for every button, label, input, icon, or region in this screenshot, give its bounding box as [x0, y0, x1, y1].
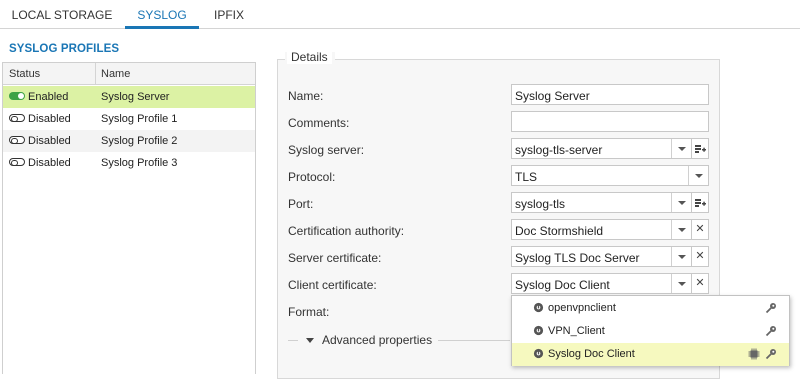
- dropdown-option[interactable]: VPN_Client: [512, 320, 789, 343]
- add-object-icon[interactable]: [691, 192, 709, 213]
- certificate-gear-icon: [533, 348, 544, 359]
- server-certificate-label: Server certificate:: [288, 251, 382, 265]
- advanced-properties-toggle[interactable]: Advanced properties: [288, 333, 432, 347]
- client-certificate-select[interactable]: Syslog Doc Client: [511, 273, 692, 294]
- dropdown-option-label: openvpnclient: [548, 302, 616, 314]
- port-label: Port:: [288, 197, 314, 211]
- row-status-label: Disabled: [28, 135, 71, 147]
- clear-icon[interactable]: ✕: [691, 246, 709, 267]
- format-label: Format:: [288, 305, 330, 319]
- clear-icon[interactable]: ✕: [691, 219, 709, 240]
- chevron-down-icon[interactable]: [671, 274, 691, 293]
- column-header-status[interactable]: Status: [9, 68, 40, 80]
- name-label: Name:: [288, 89, 324, 103]
- certification-authority-select[interactable]: Doc Stormshield: [511, 219, 692, 240]
- comments-field[interactable]: [511, 111, 709, 132]
- row-status[interactable]: Disabled: [9, 135, 71, 147]
- table-row[interactable]: Disabled Syslog Profile 1: [3, 108, 255, 130]
- protocol-select[interactable]: TLS: [511, 165, 709, 186]
- client-certificate-value: Syslog Doc Client: [515, 278, 610, 292]
- divider: [438, 340, 510, 341]
- row-name: Syslog Profile 3: [101, 157, 178, 169]
- row-status[interactable]: Enabled: [9, 91, 68, 103]
- client-certificate-label: Client certificate:: [288, 278, 377, 292]
- details-legend: Details: [287, 50, 332, 64]
- certification-authority-label: Certification authority:: [288, 224, 405, 238]
- dropdown-option[interactable]: openvpnclient: [512, 297, 789, 320]
- toggle-off-icon[interactable]: [9, 114, 25, 123]
- add-object-icon[interactable]: [691, 138, 709, 159]
- profiles-grid: Status Name Enabled Syslog Server Disabl…: [2, 62, 256, 374]
- row-status[interactable]: Disabled: [9, 157, 71, 169]
- port-select[interactable]: syslog-tls: [511, 192, 692, 213]
- table-row[interactable]: Disabled Syslog Profile 2: [3, 130, 255, 152]
- tab-local-storage[interactable]: LOCAL STORAGE: [6, 0, 118, 29]
- chevron-down-icon[interactable]: [671, 193, 691, 212]
- server-certificate-select[interactable]: Syslog TLS Doc Server: [511, 246, 692, 267]
- chip-icon: [748, 348, 760, 360]
- syslog-server-select[interactable]: syslog-tls-server: [511, 138, 692, 159]
- syslog-server-value: syslog-tls-server: [515, 143, 603, 157]
- toggle-off-icon[interactable]: [9, 158, 25, 167]
- caret-down-icon: [306, 337, 314, 343]
- certificate-gear-icon: [533, 302, 544, 313]
- server-certificate-value: Syslog TLS Doc Server: [515, 251, 640, 265]
- key-icon: [765, 349, 776, 360]
- name-field[interactable]: Syslog Server: [511, 84, 709, 105]
- chevron-down-icon[interactable]: [671, 139, 691, 158]
- client-certificate-dropdown: openvpnclient VPN_Client Syslog Doc Clie…: [511, 295, 790, 366]
- dropdown-option-selected[interactable]: Syslog Doc Client: [512, 343, 789, 366]
- protocol-value: TLS: [515, 170, 538, 184]
- chevron-down-icon[interactable]: [671, 247, 691, 266]
- toggle-off-icon[interactable]: [9, 136, 25, 145]
- chevron-down-icon[interactable]: [671, 220, 691, 239]
- row-name: Syslog Server: [101, 91, 170, 103]
- port-value: syslog-tls: [515, 197, 566, 211]
- column-header-name[interactable]: Name: [101, 68, 130, 80]
- clear-icon[interactable]: ✕: [691, 273, 709, 294]
- tab-syslog[interactable]: SYSLOG: [125, 0, 199, 29]
- column-separator: [95, 63, 96, 85]
- advanced-properties-label: Advanced properties: [322, 333, 433, 347]
- syslog-server-label: Syslog server:: [288, 143, 365, 157]
- grid-header: Status Name: [3, 63, 255, 85]
- tab-bar: LOCAL STORAGE SYSLOG IPFIX: [0, 0, 800, 29]
- table-row[interactable]: Enabled Syslog Server: [3, 86, 255, 108]
- name-value: Syslog Server: [515, 89, 590, 103]
- certificate-gear-icon: [533, 325, 544, 336]
- row-status[interactable]: Disabled: [9, 113, 71, 125]
- key-icon: [765, 326, 776, 337]
- row-status-label: Enabled: [28, 91, 69, 103]
- comments-label: Comments:: [288, 116, 350, 130]
- row-status-label: Disabled: [28, 113, 71, 125]
- key-icon: [765, 303, 776, 314]
- table-row[interactable]: Disabled Syslog Profile 3: [3, 152, 255, 174]
- certification-authority-value: Doc Stormshield: [515, 224, 604, 238]
- row-status-label: Disabled: [28, 157, 71, 169]
- protocol-label: Protocol:: [288, 170, 336, 184]
- dropdown-option-label: Syslog Doc Client: [548, 348, 635, 360]
- dropdown-option-label: VPN_Client: [548, 325, 605, 337]
- syslog-profiles-title: SYSLOG PROFILES: [9, 43, 120, 55]
- tab-ipfix[interactable]: IPFIX: [206, 0, 252, 29]
- row-name: Syslog Profile 1: [101, 113, 178, 125]
- chevron-down-icon[interactable]: [688, 166, 708, 185]
- toggle-on-icon[interactable]: [9, 92, 25, 101]
- row-name: Syslog Profile 2: [101, 135, 178, 147]
